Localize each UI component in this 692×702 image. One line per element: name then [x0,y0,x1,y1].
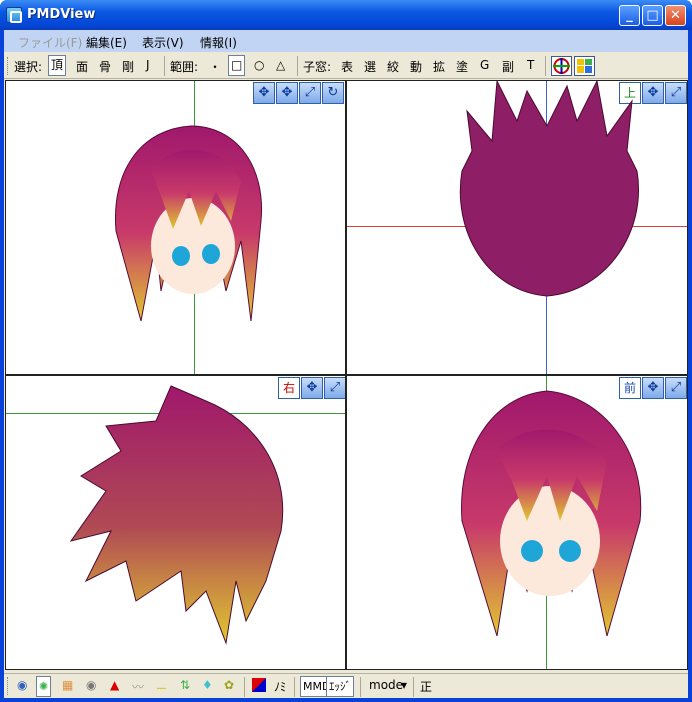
dot-gray-icon[interactable]: ◉ [86,678,96,692]
select-vertex-button[interactable]: 頂 [48,55,67,76]
zoom-view-icon[interactable]: ⤢ [299,82,321,104]
title-bar[interactable]: PMDView _ □ ✕ [0,0,692,30]
perspective-viewport[interactable]: ✥ ✥ ⤢ ↻ [5,80,346,375]
rotate-view-icon[interactable]: ✥ [253,82,275,104]
subwin-select-button[interactable]: 選 [364,58,376,75]
subwin-sub-button[interactable]: 副 [502,58,514,75]
reset-view-icon[interactable]: ↻ [322,82,344,104]
select-bone-button[interactable]: 骨 [99,58,111,75]
sei-button[interactable]: 正 [420,678,432,695]
subwin-paint-button[interactable]: 塗 [456,58,468,75]
right-viewport[interactable]: 右 ✥ ⤢ [5,375,346,670]
menu-file[interactable]: ファイル(F) [18,34,82,51]
range-rect-button[interactable]: □ [228,55,246,76]
model-hair-front-perspective [114,125,263,322]
window-title: PMDView [27,7,96,22]
four-view-icon[interactable] [574,56,595,76]
toolbar-separator [545,56,546,76]
color-icon[interactable] [252,678,266,692]
model-hair-front [461,390,642,637]
main-toolbar: 選択: 頂 面 骨 剛 J 範囲: ・ □ ○ △ 子窓: 表 選 絞 動 拡 … [4,53,688,79]
triangle-icon[interactable]: ▲ [110,678,119,692]
toolbar-grip[interactable] [7,677,10,695]
mode-dropdown[interactable]: mode [369,678,403,692]
toolbar-grip[interactable] [7,57,10,75]
gear-icon[interactable]: ✿ [224,678,234,692]
edge-button[interactable]: ｴｯｼﾞ [326,676,354,697]
texture-icon[interactable]: ▦ [62,678,73,692]
subwindow-label: 子窓: [303,60,332,74]
menu-view[interactable]: 表示(V) [142,34,184,51]
client-area: ファイル(F) 編集(E) 表示(V) 情報(I) 選択: 頂 面 骨 剛 J … [4,30,688,698]
pan-view-icon[interactable]: ✥ [301,377,323,399]
menu-info[interactable]: 情報(I) [200,34,237,51]
subwin-t-button[interactable]: T [527,58,534,72]
dot-icon[interactable]: ◉ [17,678,27,692]
range-triangle-button[interactable]: △ [276,58,285,72]
toolbar-separator [164,56,165,76]
app-icon [6,7,22,23]
front-viewport[interactable]: 前 ✥ ⤢ [346,375,688,670]
toolbar-separator [360,677,361,697]
bone-icon[interactable]: ⚊ [156,678,167,692]
model-hair-side [69,385,284,645]
range-circle-button[interactable]: ○ [254,58,264,72]
close-button[interactable]: ✕ [665,5,686,26]
chevron-down-icon[interactable]: ▾ [401,678,407,692]
subwin-filter-button[interactable]: 絞 [387,58,399,75]
minimize-button[interactable]: _ [619,5,640,26]
toolbar-separator [294,677,295,697]
zoom-view-icon[interactable]: ⤢ [665,377,687,399]
subwin-g-button[interactable]: G [480,58,489,72]
model-hair-top [459,81,639,297]
star-icon[interactable]: ✺ [36,676,52,697]
zoom-view-icon[interactable]: ⤢ [665,82,687,104]
range-point-button[interactable]: ・ [209,58,221,75]
range-label: 範囲: [170,60,199,74]
nomi-button[interactable]: ﾉﾐ [274,678,286,695]
select-joint-button[interactable]: J [146,58,150,72]
select-face-button[interactable]: 面 [76,58,88,75]
select-rigid-button[interactable]: 剛 [122,58,134,75]
toolbar-separator [244,677,245,697]
menu-edit[interactable]: 編集(E) [86,34,127,51]
bottom-toolbar: ◉ ✺ ▦ ◉ ▲ 〰 ⚊ ⇅ ♦ ✿ ﾉﾐ MMD ｴｯｼﾞ mode ▾ 正 [4,673,688,698]
maximize-button[interactable]: □ [642,5,663,26]
subwin-table-button[interactable]: 表 [341,58,353,75]
top-viewport[interactable]: 上 ✥ ⤢ [346,80,688,375]
app-window: PMDView _ □ ✕ ファイル(F) 編集(E) 表示(V) 情報(I) … [0,0,692,702]
zoom-view-icon[interactable]: ⤢ [324,377,345,399]
arrow-icon[interactable]: ⇅ [180,678,190,692]
pan-view-icon[interactable]: ✥ [276,82,298,104]
subwin-scale-button[interactable]: 拡 [433,58,445,75]
toolbar-separator [297,56,298,76]
crosshair-icon[interactable] [551,56,572,76]
select-label: 選択: [14,60,43,74]
subwin-move-button[interactable]: 動 [410,58,422,75]
wave-icon[interactable]: 〰 [132,678,144,695]
menu-bar: ファイル(F) 編集(E) 表示(V) 情報(I) [4,30,688,52]
drop-icon[interactable]: ♦ [202,678,213,692]
toolbar-separator [413,677,414,697]
